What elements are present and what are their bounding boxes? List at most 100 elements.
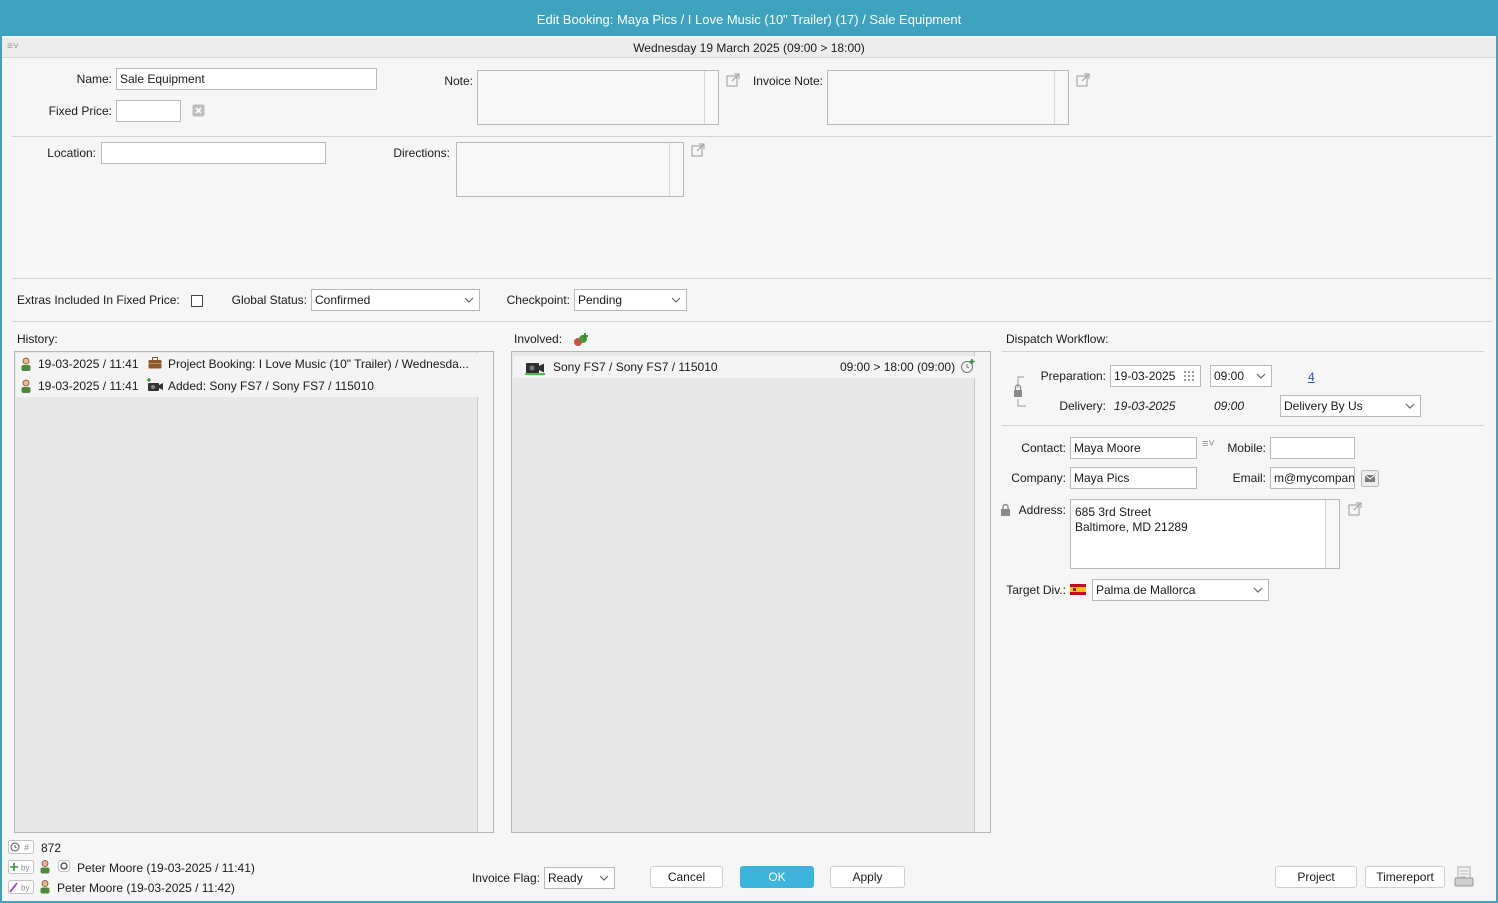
created-icon: by <box>8 860 34 874</box>
briefcase-icon <box>148 357 162 369</box>
window-title: Edit Booking: Maya Pics / I Love Music (… <box>2 2 1496 36</box>
address-line1: 685 3rd Street <box>1075 505 1152 519</box>
contact-menu-icon[interactable]: ≡˅ <box>1202 438 1215 450</box>
divider <box>12 136 1492 137</box>
camera-add-icon <box>147 378 163 391</box>
location-input[interactable] <box>101 142 326 164</box>
popout-icon[interactable] <box>691 143 705 157</box>
calendar-icon[interactable] <box>1184 371 1195 381</box>
mobile-label: Mobile: <box>1227 441 1266 455</box>
id-icon: # <box>8 840 34 854</box>
lock-icon[interactable] <box>1000 503 1011 516</box>
modified-icon: by <box>8 880 34 894</box>
invoice-flag-select[interactable]: Ready <box>544 867 615 889</box>
history-text: Project Booking: I Love Music (10" Trail… <box>168 357 469 371</box>
by-label: by <box>21 864 29 873</box>
history-scrollbar[interactable] <box>477 352 493 832</box>
list-item[interactable]: 19-03-2025 / 11:41 Added: Sony FS7 / Son… <box>16 375 478 397</box>
add-resource-icon[interactable] <box>573 332 590 347</box>
checkpoint-label: Checkpoint: <box>506 293 570 307</box>
delivery-method-select[interactable]: Delivery By Us <box>1280 395 1421 417</box>
divider <box>1002 351 1484 352</box>
send-email-icon[interactable] <box>1361 470 1379 487</box>
email-label: Email: <box>1232 471 1266 485</box>
involved-scrollbar[interactable] <box>974 352 990 832</box>
global-status-select[interactable]: Confirmed <box>311 289 480 311</box>
name-label: Name: <box>76 72 112 86</box>
cancel-button[interactable]: Cancel <box>650 866 723 888</box>
global-status-label: Global Status: <box>231 293 307 307</box>
mobile-input[interactable] <box>1270 437 1355 459</box>
chevron-down-icon <box>1256 373 1266 379</box>
global-status-value: Confirmed <box>315 293 371 307</box>
email-input[interactable]: m@mycompan <box>1270 467 1355 489</box>
lock-connector-icon[interactable] <box>1012 375 1026 409</box>
person-icon <box>21 379 31 393</box>
history-timestamp: 19-03-2025 / 11:41 <box>38 379 139 393</box>
print-document-icon[interactable] <box>1454 866 1474 888</box>
directions-textarea[interactable] <box>456 142 684 197</box>
created-by: Peter Moore (19-03-2025 / 11:41) <box>77 861 255 875</box>
history-text: Added: Sony FS7 / Sony FS7 / 115010 <box>168 379 374 393</box>
invoice-note-label: Invoice Note: <box>752 74 823 88</box>
target-div-select[interactable]: Palma de Mallorca <box>1092 579 1269 601</box>
name-input[interactable]: Sale Equipment <box>116 68 377 90</box>
preparation-label: Preparation: <box>1040 369 1106 383</box>
divider <box>1002 425 1484 426</box>
list-item[interactable]: 19-03-2025 / 11:41 Project Booking: I Lo… <box>16 353 478 375</box>
apply-button[interactable]: Apply <box>830 866 905 888</box>
address-textarea[interactable]: 685 3rd Street Baltimore, MD 21289 <box>1070 499 1340 569</box>
menu-icon[interactable]: ≡˅ <box>6 41 20 53</box>
preparation-date: 19-03-2025 <box>1114 369 1176 383</box>
fixed-price-label: Fixed Price: <box>48 104 112 118</box>
booking-window: Edit Booking: Maya Pics / I Love Music (… <box>0 0 1498 903</box>
directions-label: Directions: <box>393 146 450 160</box>
add-time-icon[interactable] <box>960 359 975 374</box>
project-button[interactable]: Project <box>1275 866 1357 888</box>
person-icon <box>40 860 50 874</box>
chevron-down-icon <box>599 875 609 881</box>
delivery-date: 19-03-2025 <box>1114 399 1176 413</box>
chevron-down-icon <box>671 297 681 303</box>
person-icon <box>40 880 50 894</box>
extras-checkbox[interactable] <box>191 295 203 307</box>
chevron-down-icon <box>1405 403 1415 409</box>
involved-list[interactable]: Sony FS7 / Sony FS7 / 115010 09:00 > 18:… <box>511 351 991 833</box>
modified-by: Peter Moore (19-03-2025 / 11:42) <box>57 881 235 895</box>
fixed-price-input[interactable] <box>116 100 181 122</box>
list-item[interactable]: Sony FS7 / Sony FS7 / 115010 09:00 > 18:… <box>513 356 975 378</box>
involved-time: 09:00 > 18:00 (09:00) <box>840 360 956 374</box>
timereport-button[interactable]: Timereport <box>1365 866 1445 888</box>
checkpoint-select[interactable]: Pending <box>574 289 687 311</box>
target-div-value: Palma de Mallorca <box>1096 583 1196 597</box>
divider <box>12 278 1492 279</box>
hash-symbol: # <box>24 843 29 853</box>
preparation-date-input[interactable]: 19-03-2025 <box>1110 365 1201 387</box>
clear-icon[interactable] <box>192 104 205 117</box>
by-label: by <box>21 884 29 893</box>
preparation-count-link[interactable]: 4 <box>1308 370 1315 384</box>
invoice-note-textarea[interactable] <box>827 70 1069 125</box>
history-timestamp: 19-03-2025 / 11:41 <box>38 357 139 371</box>
company-label: Company: <box>1011 471 1066 485</box>
chevron-down-icon <box>1253 587 1263 593</box>
popout-icon[interactable] <box>1076 73 1090 87</box>
checkpoint-value: Pending <box>578 293 623 307</box>
company-input[interactable]: Maya Pics <box>1070 467 1197 489</box>
popout-icon[interactable] <box>1348 502 1362 516</box>
preparation-time-select[interactable]: 09:00 <box>1210 365 1272 387</box>
dispatch-label: Dispatch Workflow: <box>1006 332 1109 346</box>
invoice-flag-label: Invoice Flag: <box>471 871 540 885</box>
contact-input[interactable]: Maya Moore <box>1070 437 1197 459</box>
history-list[interactable]: 19-03-2025 / 11:41 Project Booking: I Lo… <box>14 351 494 833</box>
extras-label: Extras Included In Fixed Price: <box>17 293 180 307</box>
gear-icon <box>58 860 70 872</box>
popout-icon[interactable] <box>726 73 740 87</box>
ok-button[interactable]: OK <box>740 866 814 888</box>
chevron-down-icon <box>464 297 474 303</box>
location-label: Location: <box>47 146 96 160</box>
address-label: Address: <box>1018 503 1066 517</box>
note-textarea[interactable] <box>477 70 719 125</box>
involved-name: Sony FS7 / Sony FS7 / 115010 <box>553 360 718 374</box>
preparation-time: 09:00 <box>1214 369 1245 383</box>
